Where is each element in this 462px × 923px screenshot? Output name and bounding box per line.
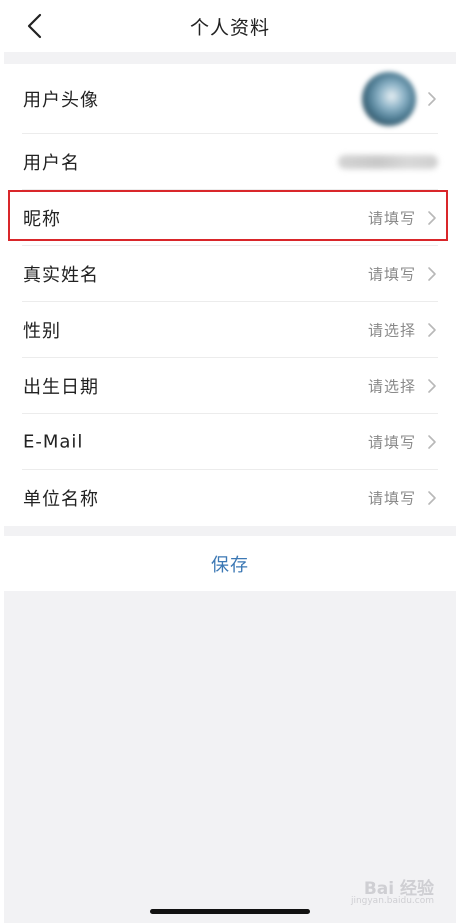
row-label: E-Mail: [23, 431, 84, 453]
row-label: 性别: [23, 321, 61, 342]
chevron-right-icon: [428, 323, 436, 337]
row-nickname[interactable]: 昵称 请填写: [4, 190, 456, 246]
row-label: 出生日期: [23, 377, 99, 398]
row-label: 用户名: [23, 153, 80, 174]
avatar: [362, 72, 416, 126]
chevron-right-icon: [428, 491, 436, 505]
chevron-right-icon: [428, 211, 436, 225]
chevron-right-icon: [428, 379, 436, 393]
row-real-name[interactable]: 真实姓名 请填写: [4, 246, 456, 302]
row-birthdate[interactable]: 出生日期 请选择: [4, 358, 456, 414]
row-label: 昵称: [23, 209, 61, 230]
row-value: 请选择: [367, 377, 416, 396]
username-value-blurred: [338, 155, 438, 169]
row-value: 请填写: [367, 433, 416, 452]
chevron-right-icon: [428, 435, 436, 449]
chevron-right-icon: [428, 92, 436, 106]
profile-screen: 个人资料 用户头像 用户名 昵称 请填写 真实姓名 请填写 性别 请选择 出生日…: [4, 0, 456, 923]
save-bar: 保存: [4, 536, 456, 591]
row-value: 请填写: [367, 489, 416, 508]
save-button[interactable]: 保存: [4, 551, 456, 577]
row-value: 请选择: [367, 321, 416, 340]
watermark-url: jingyan.baidu.com: [350, 896, 434, 906]
home-indicator[interactable]: [150, 909, 310, 914]
row-label: 单位名称: [23, 489, 99, 510]
row-value: 请填写: [367, 265, 416, 284]
row-value: 请填写: [367, 209, 416, 228]
profile-list: 用户头像 用户名 昵称 请填写 真实姓名 请填写 性别 请选择 出生日期 请选择…: [4, 64, 456, 526]
row-email[interactable]: E-Mail 请填写: [4, 414, 456, 470]
page-title: 个人资料: [189, 17, 270, 39]
chevron-right-icon: [428, 267, 436, 281]
row-username: 用户名: [4, 134, 456, 190]
row-organization[interactable]: 单位名称 请填写: [4, 470, 456, 526]
row-avatar[interactable]: 用户头像: [4, 64, 456, 134]
row-label: 真实姓名: [23, 265, 99, 286]
row-label: 用户头像: [23, 90, 99, 111]
row-gender[interactable]: 性别 请选择: [4, 302, 456, 358]
nav-bar: 个人资料: [4, 0, 456, 52]
